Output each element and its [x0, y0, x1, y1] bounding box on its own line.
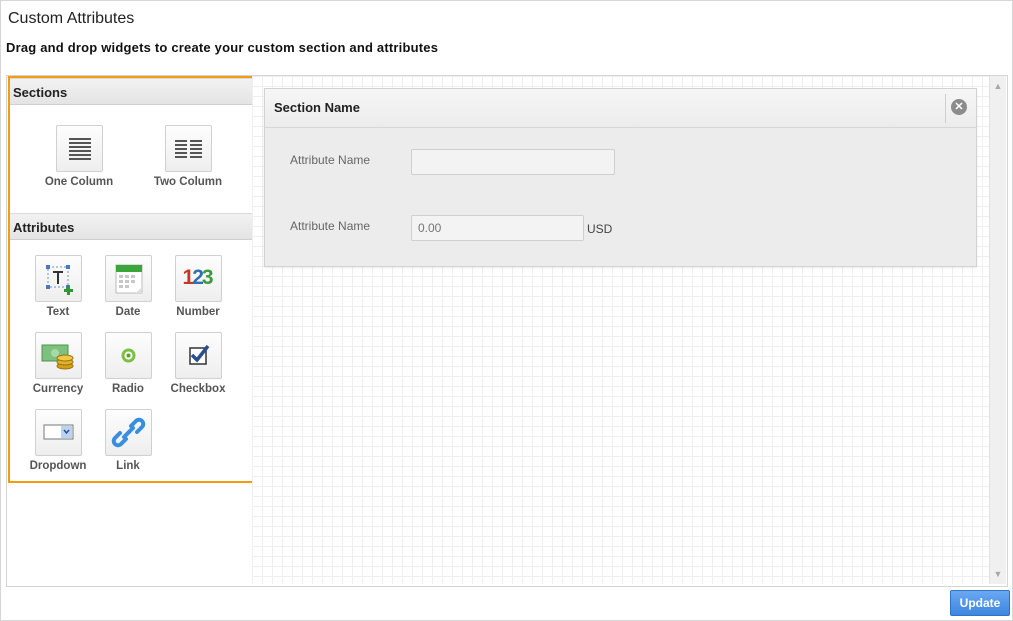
page-subtitle: Drag and drop widgets to create your cus… — [6, 40, 439, 55]
widget-date[interactable]: Date — [88, 255, 168, 318]
scroll-down-icon[interactable]: ▼ — [990, 566, 1006, 582]
update-button[interactable]: Update — [950, 590, 1010, 616]
widget-label: Link — [116, 460, 140, 472]
text-icon — [34, 255, 82, 302]
widget-radio[interactable]: Radio — [88, 332, 168, 395]
widget-label: Two Column — [153, 176, 223, 188]
widget-currency[interactable]: Currency — [18, 332, 98, 395]
one-column-icon — [55, 125, 103, 172]
scroll-up-icon[interactable]: ▲ — [990, 78, 1006, 94]
currency-icon — [34, 332, 82, 379]
widget-label: Currency — [32, 383, 84, 395]
widget-one-column[interactable]: One Column — [39, 125, 119, 188]
sections-header: Sections — [10, 78, 253, 105]
attribute-label: Attribute Name — [290, 219, 371, 233]
widget-label: Text — [46, 306, 70, 318]
number-glyph-2: 2 — [192, 266, 204, 289]
widget-label: Number — [176, 306, 220, 318]
page-title: Custom Attributes — [8, 10, 135, 27]
widget-label: Checkbox — [170, 383, 226, 395]
close-icon[interactable]: ✕ — [951, 99, 967, 115]
header-divider — [945, 94, 946, 123]
two-column-icon — [164, 125, 212, 172]
attribute-currency-input[interactable] — [411, 215, 584, 241]
widget-text[interactable]: Text — [18, 255, 98, 318]
widget-label: Dropdown — [29, 460, 87, 472]
number-glyph-1: 1 — [182, 266, 195, 289]
widget-dropdown[interactable]: Dropdown — [18, 409, 98, 472]
link-icon — [104, 409, 152, 456]
attributes-header: Attributes — [10, 213, 253, 240]
attribute-text-input[interactable] — [411, 149, 615, 175]
widget-label: Date — [115, 306, 141, 318]
widget-two-column[interactable]: Two Column — [148, 125, 228, 188]
widget-number[interactable]: 123 Number — [158, 255, 238, 318]
section-card[interactable]: Section Name ✕ Attribute Name Attribute … — [264, 88, 977, 267]
currency-unit: USD — [587, 222, 613, 236]
number-icon: 123 — [174, 255, 222, 302]
dropdown-icon — [34, 409, 82, 456]
widget-label: Radio — [112, 383, 144, 395]
canvas-scrollbar[interactable]: ▲ ▼ — [989, 76, 1006, 584]
calendar-icon — [104, 255, 152, 302]
widget-link[interactable]: Link — [88, 409, 168, 472]
widget-checkbox[interactable]: Checkbox — [158, 332, 238, 395]
section-title[interactable]: Section Name — [274, 100, 360, 115]
attribute-label: Attribute Name — [290, 153, 371, 167]
radio-icon — [104, 332, 152, 379]
checkbox-icon — [174, 332, 222, 379]
widget-label: One Column — [44, 176, 114, 188]
section-header: Section Name ✕ — [265, 89, 976, 128]
number-glyph-3: 3 — [201, 266, 214, 289]
widget-palette: Sections One Column Two Column Attribute… — [8, 76, 255, 483]
